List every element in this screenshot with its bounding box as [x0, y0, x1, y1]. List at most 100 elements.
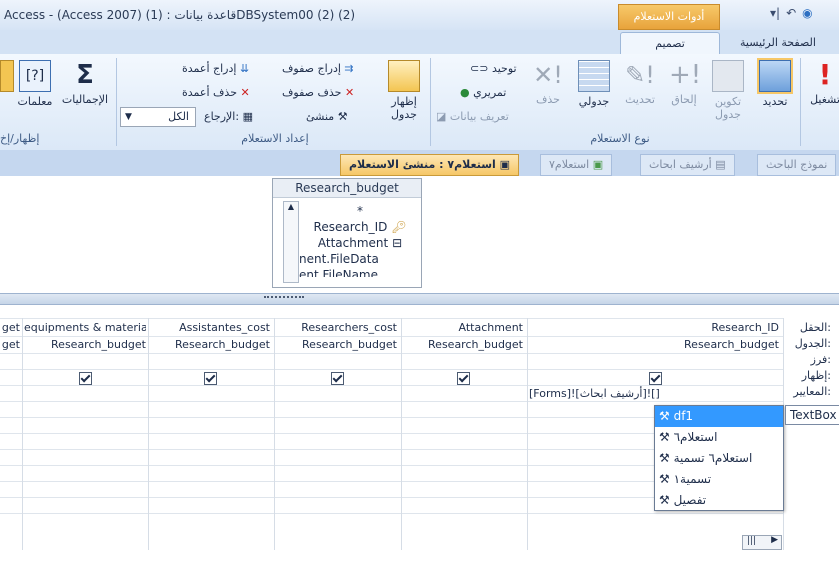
- insert-columns-icon: ⇊: [239, 62, 250, 75]
- delete-icon: ✕!: [533, 61, 563, 89]
- show-checkbox[interactable]: [649, 372, 662, 385]
- form-icon: ▤: [715, 158, 726, 171]
- show-checkbox[interactable]: [331, 372, 344, 385]
- field-item[interactable]: ent.FileName: [299, 267, 421, 277]
- delete-query-button[interactable]: ✕! حذف: [528, 60, 568, 106]
- tab-research-archive[interactable]: أرشيف ابحاث ▤: [640, 154, 735, 176]
- delete-columns-button[interactable]: حذف أعمدة ✕: [182, 86, 250, 99]
- quick-access-toolbar[interactable]: ▾| ↶ ◉: [764, 6, 813, 20]
- return-values-select[interactable]: ▼ الكل: [120, 107, 196, 127]
- field-item[interactable]: nent.FileData: [299, 251, 421, 267]
- crosstab-button[interactable]: جدولي: [572, 60, 616, 108]
- grid-field-cell[interactable]: Attachment: [403, 320, 524, 336]
- collapse-icon[interactable]: ⊟: [392, 236, 402, 250]
- select-query-icon: [757, 58, 793, 94]
- grid-horizontal-scrollbar[interactable]: ▶ |||: [742, 535, 782, 550]
- property-sheet-icon: [0, 60, 14, 92]
- tab-researcher-form[interactable]: نموذج الباحث: [757, 154, 837, 176]
- property-sheet-button[interactable]: [0, 60, 14, 95]
- grid-field-cell[interactable]: Research_ID: [529, 320, 779, 336]
- delete-rows-icon: ✕: [344, 86, 355, 99]
- data-definition-button[interactable]: ◪ تعريف بيانات: [436, 110, 509, 123]
- autocomplete-item[interactable]: ⚒ استعلام٦: [655, 427, 783, 448]
- make-table-icon: [712, 60, 744, 92]
- tab-design[interactable]: تصميم: [620, 32, 720, 55]
- grid-table-cell[interactable]: Research_budget: [403, 337, 523, 353]
- chevron-down-icon[interactable]: ▼: [125, 108, 132, 126]
- union-button[interactable]: ⊂⊃ توحيد: [470, 62, 517, 75]
- parameters-icon: [?]: [19, 60, 51, 92]
- builder-icon: ⚒: [659, 472, 670, 486]
- autocomplete-item[interactable]: ⚒ استعلام٦ تسمية: [655, 448, 783, 469]
- update-button[interactable]: ✎! تحديث: [620, 60, 660, 106]
- grid-table-cell[interactable]: Research_budget: [276, 337, 397, 353]
- query-tools-header: أدوات الاستعلام: [618, 4, 720, 30]
- query-icon: ▣: [592, 158, 604, 171]
- return-icon: ▦: [242, 110, 253, 123]
- totals-button[interactable]: Σ الإجماليات: [58, 60, 112, 106]
- pass-through-button[interactable]: ● تمريري: [460, 86, 506, 99]
- autocomplete-item[interactable]: ⚒ تفصيل: [655, 490, 783, 511]
- grid-table-cell[interactable]: get: [0, 337, 20, 353]
- grid-table-cell[interactable]: Research_budget: [150, 337, 270, 353]
- grid-field-cell[interactable]: get: [0, 320, 20, 336]
- pane-splitter[interactable]: [0, 293, 839, 305]
- bottom-area: [0, 551, 839, 575]
- append-icon: +!: [669, 60, 702, 90]
- autocomplete-list[interactable]: ⚒ df1 ⚒ استعلام٦ ⚒ استعلام٦ تسمية ⚒ تسمي…: [654, 405, 784, 511]
- grid-field-cell[interactable]: Assistantes_cost: [150, 320, 270, 336]
- separator: [430, 58, 431, 146]
- tab-home[interactable]: الصفحة الرئيسية: [730, 32, 826, 54]
- delete-rows-button[interactable]: حذف صفوف ✕: [282, 86, 354, 99]
- parameters-button[interactable]: [?] معلمات: [14, 60, 56, 108]
- update-icon: ✎!: [625, 61, 655, 89]
- grid-col-divider: [527, 318, 528, 550]
- row-label-criteria: المعايير:: [793, 385, 831, 398]
- autocomplete-tooltip: TextBox: [785, 405, 839, 425]
- grid-line: [0, 369, 784, 370]
- query-setup-group-label: إعداد الاستعلام: [241, 132, 309, 145]
- show-checkbox[interactable]: [204, 372, 217, 385]
- field-list-scrollbar[interactable]: ▲: [283, 201, 299, 283]
- scroll-right-icon[interactable]: ▶: [771, 535, 778, 545]
- select-button[interactable]: تحديد: [752, 58, 798, 108]
- autocomplete-item[interactable]: ⚒ df1: [655, 406, 783, 427]
- dropdown-icon[interactable]: ▾|: [770, 6, 780, 20]
- insert-columns-button[interactable]: إدراج أعمدة ⇊: [182, 62, 249, 75]
- field-item[interactable]: Research_ID 🔑︎: [299, 219, 421, 235]
- show-checkbox[interactable]: [79, 372, 92, 385]
- grid-col-divider: [274, 318, 275, 550]
- insert-rows-button[interactable]: إدراج صفوف ⇉: [282, 62, 354, 75]
- show-table-button[interactable]: إظهار جدول: [382, 60, 426, 121]
- grid-table-cell[interactable]: Research_budget: [529, 337, 779, 353]
- grid-field-cell[interactable]: Researchers_cost: [276, 320, 397, 336]
- append-button[interactable]: +! إلحاق: [664, 60, 704, 106]
- office-button-icon[interactable]: ◉: [802, 6, 812, 20]
- scroll-thumb-icon[interactable]: |||: [747, 536, 756, 546]
- row-label-field: الحقل:: [799, 321, 831, 334]
- table-field-list[interactable]: Research_budget ▲ * Research_ID 🔑︎ Attac…: [272, 178, 422, 288]
- tab-query-design[interactable]: استعلام٧ : منشئ الاستعلام ▣: [340, 154, 520, 176]
- tab-query7[interactable]: استعلام٧ ▣: [540, 154, 613, 176]
- query-type-group-label: نوع الاستعلام: [590, 132, 650, 145]
- field-item[interactable]: *: [299, 203, 421, 219]
- scroll-up-icon[interactable]: ▲: [284, 202, 298, 211]
- data-definition-icon: ◪: [436, 110, 447, 123]
- grid-row-labels: الحقل: الجدول: فرز: إظهار: المعايير:: [786, 320, 839, 410]
- show-checkbox[interactable]: [457, 372, 470, 385]
- builder-button[interactable]: منشئ ⚒: [306, 110, 348, 123]
- run-icon: !: [818, 58, 832, 91]
- field-list: * Research_ID 🔑︎ Attachment ⊟ nent.FileD…: [299, 203, 421, 277]
- grid-table-cell[interactable]: Research_budget: [24, 337, 146, 353]
- grid-field-cell[interactable]: equipments & materials: [24, 320, 146, 336]
- builder-icon: ⚒: [659, 451, 670, 465]
- make-table-button[interactable]: تكوين جدول: [706, 60, 750, 121]
- row-label-sort: فرز:: [810, 353, 831, 366]
- row-label-show: إظهار:: [801, 369, 831, 382]
- autocomplete-item[interactable]: ⚒ تسمية١: [655, 469, 783, 490]
- grid-line: [0, 513, 784, 514]
- criteria-input[interactable]: [Forms]![أرشيف ابحاث]![]: [529, 386, 779, 402]
- undo-icon[interactable]: ↶: [786, 6, 796, 20]
- run-button[interactable]: ! تشغيل: [810, 58, 839, 107]
- field-item[interactable]: Attachment ⊟: [299, 235, 421, 251]
